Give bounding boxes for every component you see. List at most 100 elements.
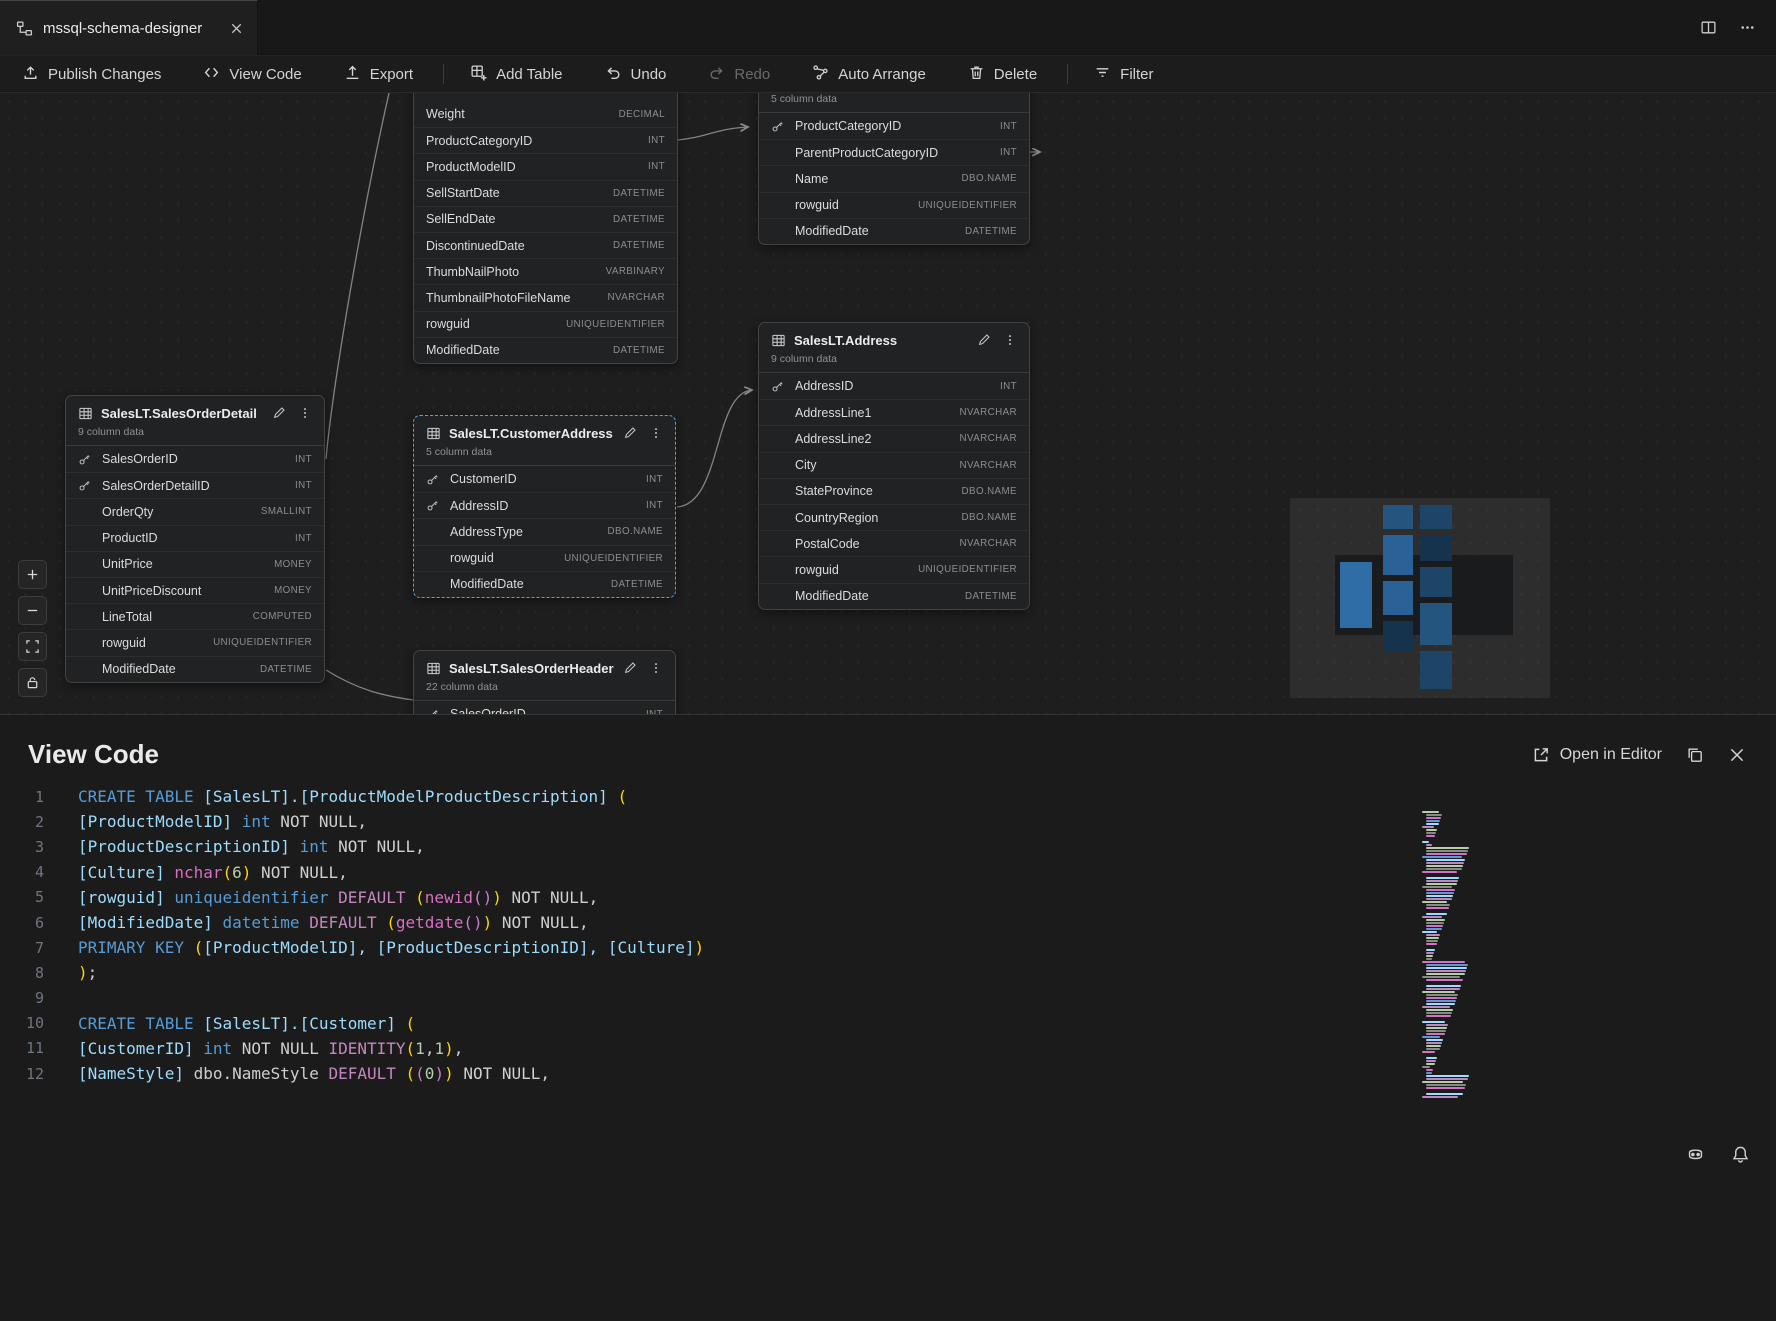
table-customer-address[interactable]: SalesLT.CustomerAddress 5 column data Cu… (413, 415, 676, 598)
schema-canvas[interactable]: WeightDECIMALProductCategoryIDINTProduct… (0, 93, 1776, 714)
redo-button[interactable]: Redo (696, 59, 782, 90)
split-editor-icon[interactable] (1700, 19, 1717, 36)
column-row[interactable]: ModifiedDateDATETIME (414, 571, 675, 597)
column-row[interactable]: AddressLine2NVARCHAR (759, 425, 1029, 451)
table-menu-icon[interactable] (298, 406, 312, 420)
column-row[interactable]: UnitPriceMONEY (66, 551, 324, 577)
undo-button[interactable]: Undo (593, 59, 679, 90)
table-menu-icon[interactable] (1003, 333, 1017, 347)
line-number: 7 (0, 939, 78, 957)
minimap-block (1420, 505, 1452, 529)
export-button[interactable]: Export (332, 59, 425, 90)
column-name: ProductCategoryID (795, 119, 901, 133)
view-code-button[interactable]: View Code (191, 59, 313, 90)
notifications-bell-icon[interactable] (1731, 1145, 1750, 1164)
column-row[interactable]: SalesOrderDetailIDINT (66, 472, 324, 498)
column-type: INT (648, 161, 665, 172)
column-row[interactable]: SellEndDateDATETIME (414, 206, 677, 232)
column-name: ProductID (102, 531, 158, 545)
table-product[interactable]: WeightDECIMALProductCategoryIDINTProduct… (413, 93, 678, 364)
table-address[interactable]: SalesLT.Address 9 column data AddressIDI… (758, 322, 1030, 610)
primary-key-icon (771, 120, 788, 133)
open-in-editor-button[interactable]: Open in Editor (1532, 746, 1662, 764)
publish-changes-button[interactable]: Publish Changes (10, 59, 173, 90)
column-row[interactable]: DiscontinuedDateDATETIME (414, 232, 677, 258)
auto-arrange-button[interactable]: Auto Arrange (800, 59, 938, 90)
column-row[interactable]: ThumbnailPhotoFileNameNVARCHAR (414, 284, 677, 310)
table-header: SalesLT.CustomerAddress 5 column data (414, 416, 675, 466)
zoom-out-button[interactable] (18, 596, 47, 625)
view-code-panel: View Code Open in Editor 1CREATE TABLE [… (0, 714, 1776, 1321)
column-row[interactable]: CountryRegionDBO.NAME (759, 504, 1029, 530)
column-row[interactable]: CustomerIDINT (414, 466, 675, 492)
column-row[interactable]: SalesOrderIDINT (414, 701, 675, 714)
column-row[interactable]: LineTotalCOMPUTED (66, 603, 324, 629)
tab-close-icon[interactable] (228, 20, 245, 37)
line-number: 6 (0, 914, 78, 932)
column-row[interactable]: WeightDECIMAL (414, 101, 677, 127)
table-header: SalesLT.SalesOrderDetail 9 column data (66, 396, 324, 446)
add-table-button[interactable]: Add Table (458, 59, 574, 90)
open-external-icon (1532, 746, 1550, 764)
column-row[interactable]: rowguidUNIQUEIDENTIFIER (66, 629, 324, 655)
column-row[interactable]: ParentProductCategoryIDINT (759, 139, 1029, 165)
column-row[interactable]: rowguidUNIQUEIDENTIFIER (414, 545, 675, 571)
column-row[interactable]: AddressLine1NVARCHAR (759, 399, 1029, 425)
fit-to-screen-button[interactable] (18, 632, 47, 661)
column-row[interactable]: ProductCategoryIDINT (414, 127, 677, 153)
code-minimap[interactable] (1422, 811, 1476, 1098)
column-row[interactable]: rowguidUNIQUEIDENTIFIER (759, 192, 1029, 218)
table-product-category[interactable]: 5 column data ProductCategoryIDINTParent… (758, 93, 1030, 245)
edit-table-icon[interactable] (272, 406, 286, 420)
column-row[interactable]: StateProvinceDBO.NAME (759, 478, 1029, 504)
column-row[interactable]: UnitPriceDiscountMONEY (66, 577, 324, 603)
column-row[interactable]: CityNVARCHAR (759, 452, 1029, 478)
table-menu-icon[interactable] (649, 661, 663, 675)
filter-button[interactable]: Filter (1082, 59, 1165, 90)
column-row[interactable]: rowguidUNIQUEIDENTIFIER (759, 556, 1029, 582)
delete-button[interactable]: Delete (956, 59, 1049, 90)
close-panel-icon[interactable] (1728, 746, 1746, 764)
code-line: 10CREATE TABLE [SalesLT].[Customer] ( (0, 1011, 1776, 1036)
column-row[interactable]: ProductIDINT (66, 525, 324, 551)
column-name: ThumbNailPhoto (426, 265, 519, 279)
column-row[interactable]: ProductModelIDINT (414, 153, 677, 179)
column-row[interactable]: ModifiedDateDATETIME (66, 656, 324, 682)
edit-table-icon[interactable] (623, 426, 637, 440)
table-menu-icon[interactable] (649, 426, 663, 440)
column-row[interactable]: ProductCategoryIDINT (759, 113, 1029, 139)
column-type: UNIQUEIDENTIFIER (918, 564, 1017, 575)
line-number: 2 (0, 813, 78, 831)
column-row[interactable]: ModifiedDateDATETIME (414, 337, 677, 363)
edit-table-icon[interactable] (623, 661, 637, 675)
column-row[interactable]: SellStartDateDATETIME (414, 180, 677, 206)
column-row[interactable]: ModifiedDateDATETIME (759, 218, 1029, 244)
code-line: 9 (0, 986, 1776, 1011)
copilot-icon[interactable] (1686, 1145, 1705, 1164)
column-row[interactable]: ThumbNailPhotoVARBINARY (414, 258, 677, 284)
column-type: INT (295, 480, 312, 491)
column-row[interactable]: OrderQtySMALLINT (66, 498, 324, 524)
add-table-icon (470, 64, 487, 85)
tab-mssql-schema-designer[interactable]: mssql-schema-designer (0, 0, 258, 55)
column-row[interactable]: ModifiedDateDATETIME (759, 583, 1029, 609)
zoom-in-button[interactable] (18, 560, 47, 589)
column-row[interactable]: rowguidUNIQUEIDENTIFIER (414, 311, 677, 337)
canvas-minimap[interactable] (1290, 498, 1550, 698)
column-row[interactable]: AddressTypeDBO.NAME (414, 518, 675, 544)
lock-button[interactable] (18, 668, 47, 697)
table-sales-order-header[interactable]: SalesLT.SalesOrderHeader 22 column data … (413, 650, 676, 714)
copy-code-icon[interactable] (1686, 746, 1704, 764)
table-sales-order-detail[interactable]: SalesLT.SalesOrderDetail 9 column data S… (65, 395, 325, 683)
column-row[interactable]: AddressIDINT (759, 373, 1029, 399)
more-actions-icon[interactable] (1739, 19, 1756, 36)
code-viewer[interactable]: 1CREATE TABLE [SalesLT].[ProductModelPro… (0, 784, 1776, 1086)
column-name: PostalCode (795, 537, 860, 551)
column-row[interactable]: NameDBO.NAME (759, 165, 1029, 191)
column-row[interactable]: SalesOrderIDINT (66, 446, 324, 472)
table-subtitle: 9 column data (78, 426, 312, 438)
edit-table-icon[interactable] (977, 333, 991, 347)
column-row[interactable]: PostalCodeNVARCHAR (759, 530, 1029, 556)
column-type: DBO.NAME (962, 512, 1017, 523)
column-row[interactable]: AddressIDINT (414, 492, 675, 518)
